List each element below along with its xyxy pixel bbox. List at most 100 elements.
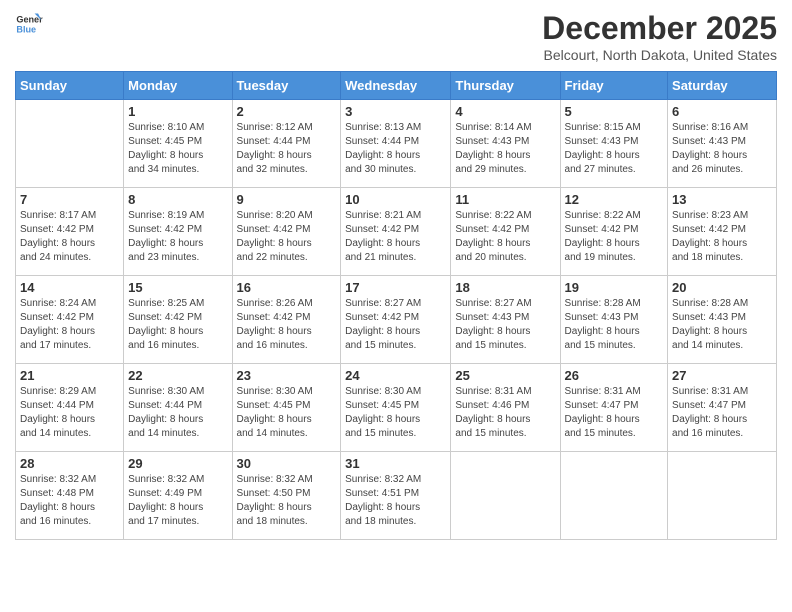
day-info: Sunrise: 8:31 AM Sunset: 4:47 PM Dayligh… [672, 385, 772, 441]
calendar-week-3: 14Sunrise: 8:24 AM Sunset: 4:42 PM Dayli… [16, 276, 777, 364]
day-info: Sunrise: 8:32 AM Sunset: 4:49 PM Dayligh… [128, 473, 227, 529]
calendar-cell: 18Sunrise: 8:27 AM Sunset: 4:43 PM Dayli… [451, 276, 560, 364]
day-number: 10 [345, 192, 446, 207]
subtitle: Belcourt, North Dakota, United States [542, 47, 777, 63]
weekday-header-tuesday: Tuesday [232, 72, 341, 100]
day-info: Sunrise: 8:32 AM Sunset: 4:51 PM Dayligh… [345, 473, 446, 529]
calendar-cell: 28Sunrise: 8:32 AM Sunset: 4:48 PM Dayli… [16, 452, 124, 540]
calendar-cell: 1 Sunrise: 8:10 AM Sunset: 4:45 PM Daylig… [124, 100, 232, 188]
day-info: Sunrise: 8:30 AM Sunset: 4:45 PM Dayligh… [237, 385, 337, 441]
day-info: Sunrise: 8:30 AM Sunset: 4:45 PM Dayligh… [345, 385, 446, 441]
day-number: 12 [565, 192, 664, 207]
weekday-header-sunday: Sunday [16, 72, 124, 100]
calendar-cell: 20Sunrise: 8:28 AM Sunset: 4:43 PM Dayli… [668, 276, 777, 364]
calendar-cell: 22 Sunrise: 8:30 AM Sunset: 4:44 PM Dayli… [124, 364, 232, 452]
day-number: 23 [237, 368, 337, 383]
calendar-week-2: 7 Sunrise: 8:17 AM Sunset: 4:42 PM Daylig… [16, 188, 777, 276]
day-number: 25 [455, 368, 555, 383]
calendar-cell: 31 Sunrise: 8:32 AM Sunset: 4:51 PM Dayli… [341, 452, 451, 540]
weekday-header-wednesday: Wednesday [341, 72, 451, 100]
day-info: Sunrise: 8:28 AM Sunset: 4:43 PM Dayligh… [565, 297, 664, 353]
day-number: 19 [565, 280, 664, 295]
calendar-cell: 6 Sunrise: 8:16 AM Sunset: 4:43 PM Daylig… [668, 100, 777, 188]
calendar-week-1: 1 Sunrise: 8:10 AM Sunset: 4:45 PM Daylig… [16, 100, 777, 188]
logo-icon: General Blue [15, 10, 43, 38]
day-number: 11 [455, 192, 555, 207]
calendar-cell: 2Sunrise: 8:12 AM Sunset: 4:44 PM Daylig… [232, 100, 341, 188]
day-info: Sunrise: 8:14 AM Sunset: 4:43 PM Dayligh… [455, 121, 555, 177]
calendar-cell [451, 452, 560, 540]
calendar-cell: 16 Sunrise: 8:26 AM Sunset: 4:42 PM Dayli… [232, 276, 341, 364]
day-number: 28 [20, 456, 119, 471]
day-number: 3 [345, 104, 446, 119]
day-info: Sunrise: 8:29 AM Sunset: 4:44 PM Dayligh… [20, 385, 119, 441]
calendar-cell: 8Sunrise: 8:19 AM Sunset: 4:42 PM Daylig… [124, 188, 232, 276]
calendar-cell: 30 Sunrise: 8:32 AM Sunset: 4:50 PM Dayli… [232, 452, 341, 540]
calendar-cell: 4 Sunrise: 8:14 AM Sunset: 4:43 PM Daylig… [451, 100, 560, 188]
header-row: SundayMondayTuesdayWednesdayThursdayFrid… [16, 72, 777, 100]
day-number: 13 [672, 192, 772, 207]
day-info: Sunrise: 8:10 AM Sunset: 4:45 PM Dayligh… [128, 121, 227, 177]
day-number: 22 [128, 368, 227, 383]
calendar-table: SundayMondayTuesdayWednesdayThursdayFrid… [15, 71, 777, 540]
day-number: 7 [20, 192, 119, 207]
day-number: 27 [672, 368, 772, 383]
calendar-cell: 26 Sunrise: 8:31 AM Sunset: 4:47 PM Dayli… [560, 364, 668, 452]
title-area: December 2025 Belcourt, North Dakota, Un… [542, 10, 777, 63]
day-info: Sunrise: 8:31 AM Sunset: 4:47 PM Dayligh… [565, 385, 664, 441]
calendar-cell: 9 Sunrise: 8:20 AM Sunset: 4:42 PM Daylig… [232, 188, 341, 276]
calendar-cell: 29Sunrise: 8:32 AM Sunset: 4:49 PM Dayli… [124, 452, 232, 540]
day-number: 18 [455, 280, 555, 295]
day-info: Sunrise: 8:21 AM Sunset: 4:42 PM Dayligh… [345, 209, 446, 265]
day-info: Sunrise: 8:23 AM Sunset: 4:42 PM Dayligh… [672, 209, 772, 265]
day-number: 1 [128, 104, 227, 119]
day-info: Sunrise: 8:22 AM Sunset: 4:42 PM Dayligh… [565, 209, 664, 265]
day-number: 2 [237, 104, 337, 119]
day-info: Sunrise: 8:25 AM Sunset: 4:42 PM Dayligh… [128, 297, 227, 353]
calendar-cell: 7 Sunrise: 8:17 AM Sunset: 4:42 PM Daylig… [16, 188, 124, 276]
day-number: 24 [345, 368, 446, 383]
calendar-cell: 14Sunrise: 8:24 AM Sunset: 4:42 PM Dayli… [16, 276, 124, 364]
day-info: Sunrise: 8:20 AM Sunset: 4:42 PM Dayligh… [237, 209, 337, 265]
weekday-header-friday: Friday [560, 72, 668, 100]
day-info: Sunrise: 8:32 AM Sunset: 4:50 PM Dayligh… [237, 473, 337, 529]
calendar-cell: 11 Sunrise: 8:22 AM Sunset: 4:42 PM Dayli… [451, 188, 560, 276]
day-number: 5 [565, 104, 664, 119]
day-number: 9 [237, 192, 337, 207]
calendar-cell: 27 Sunrise: 8:31 AM Sunset: 4:47 PM Dayli… [668, 364, 777, 452]
calendar-cell [16, 100, 124, 188]
day-info: Sunrise: 8:30 AM Sunset: 4:44 PM Dayligh… [128, 385, 227, 441]
main-title: December 2025 [542, 10, 777, 47]
day-number: 15 [128, 280, 227, 295]
day-number: 4 [455, 104, 555, 119]
calendar-cell: 25 Sunrise: 8:31 AM Sunset: 4:46 PM Dayli… [451, 364, 560, 452]
weekday-header-thursday: Thursday [451, 72, 560, 100]
calendar-cell: 21 Sunrise: 8:29 AM Sunset: 4:44 PM Dayli… [16, 364, 124, 452]
day-number: 31 [345, 456, 446, 471]
calendar-week-4: 21 Sunrise: 8:29 AM Sunset: 4:44 PM Dayli… [16, 364, 777, 452]
day-info: Sunrise: 8:15 AM Sunset: 4:43 PM Dayligh… [565, 121, 664, 177]
calendar-cell: 13 Sunrise: 8:23 AM Sunset: 4:42 PM Dayli… [668, 188, 777, 276]
day-number: 16 [237, 280, 337, 295]
day-info: Sunrise: 8:26 AM Sunset: 4:42 PM Dayligh… [237, 297, 337, 353]
calendar-cell: 12 Sunrise: 8:22 AM Sunset: 4:42 PM Dayli… [560, 188, 668, 276]
header: General Blue December 2025 Belcourt, Nor… [15, 10, 777, 63]
day-number: 26 [565, 368, 664, 383]
calendar-body: 1 Sunrise: 8:10 AM Sunset: 4:45 PM Daylig… [16, 100, 777, 540]
calendar-cell [560, 452, 668, 540]
day-info: Sunrise: 8:22 AM Sunset: 4:42 PM Dayligh… [455, 209, 555, 265]
day-number: 14 [20, 280, 119, 295]
day-number: 6 [672, 104, 772, 119]
day-number: 30 [237, 456, 337, 471]
day-info: Sunrise: 8:17 AM Sunset: 4:42 PM Dayligh… [20, 209, 119, 265]
day-number: 21 [20, 368, 119, 383]
day-info: Sunrise: 8:13 AM Sunset: 4:44 PM Dayligh… [345, 121, 446, 177]
calendar-cell: 5 Sunrise: 8:15 AM Sunset: 4:43 PM Daylig… [560, 100, 668, 188]
logo: General Blue [15, 10, 43, 38]
day-number: 17 [345, 280, 446, 295]
page-container: General Blue December 2025 Belcourt, Nor… [0, 0, 792, 550]
day-info: Sunrise: 8:27 AM Sunset: 4:42 PM Dayligh… [345, 297, 446, 353]
day-info: Sunrise: 8:16 AM Sunset: 4:43 PM Dayligh… [672, 121, 772, 177]
calendar-cell: 15 Sunrise: 8:25 AM Sunset: 4:42 PM Dayli… [124, 276, 232, 364]
day-info: Sunrise: 8:31 AM Sunset: 4:46 PM Dayligh… [455, 385, 555, 441]
